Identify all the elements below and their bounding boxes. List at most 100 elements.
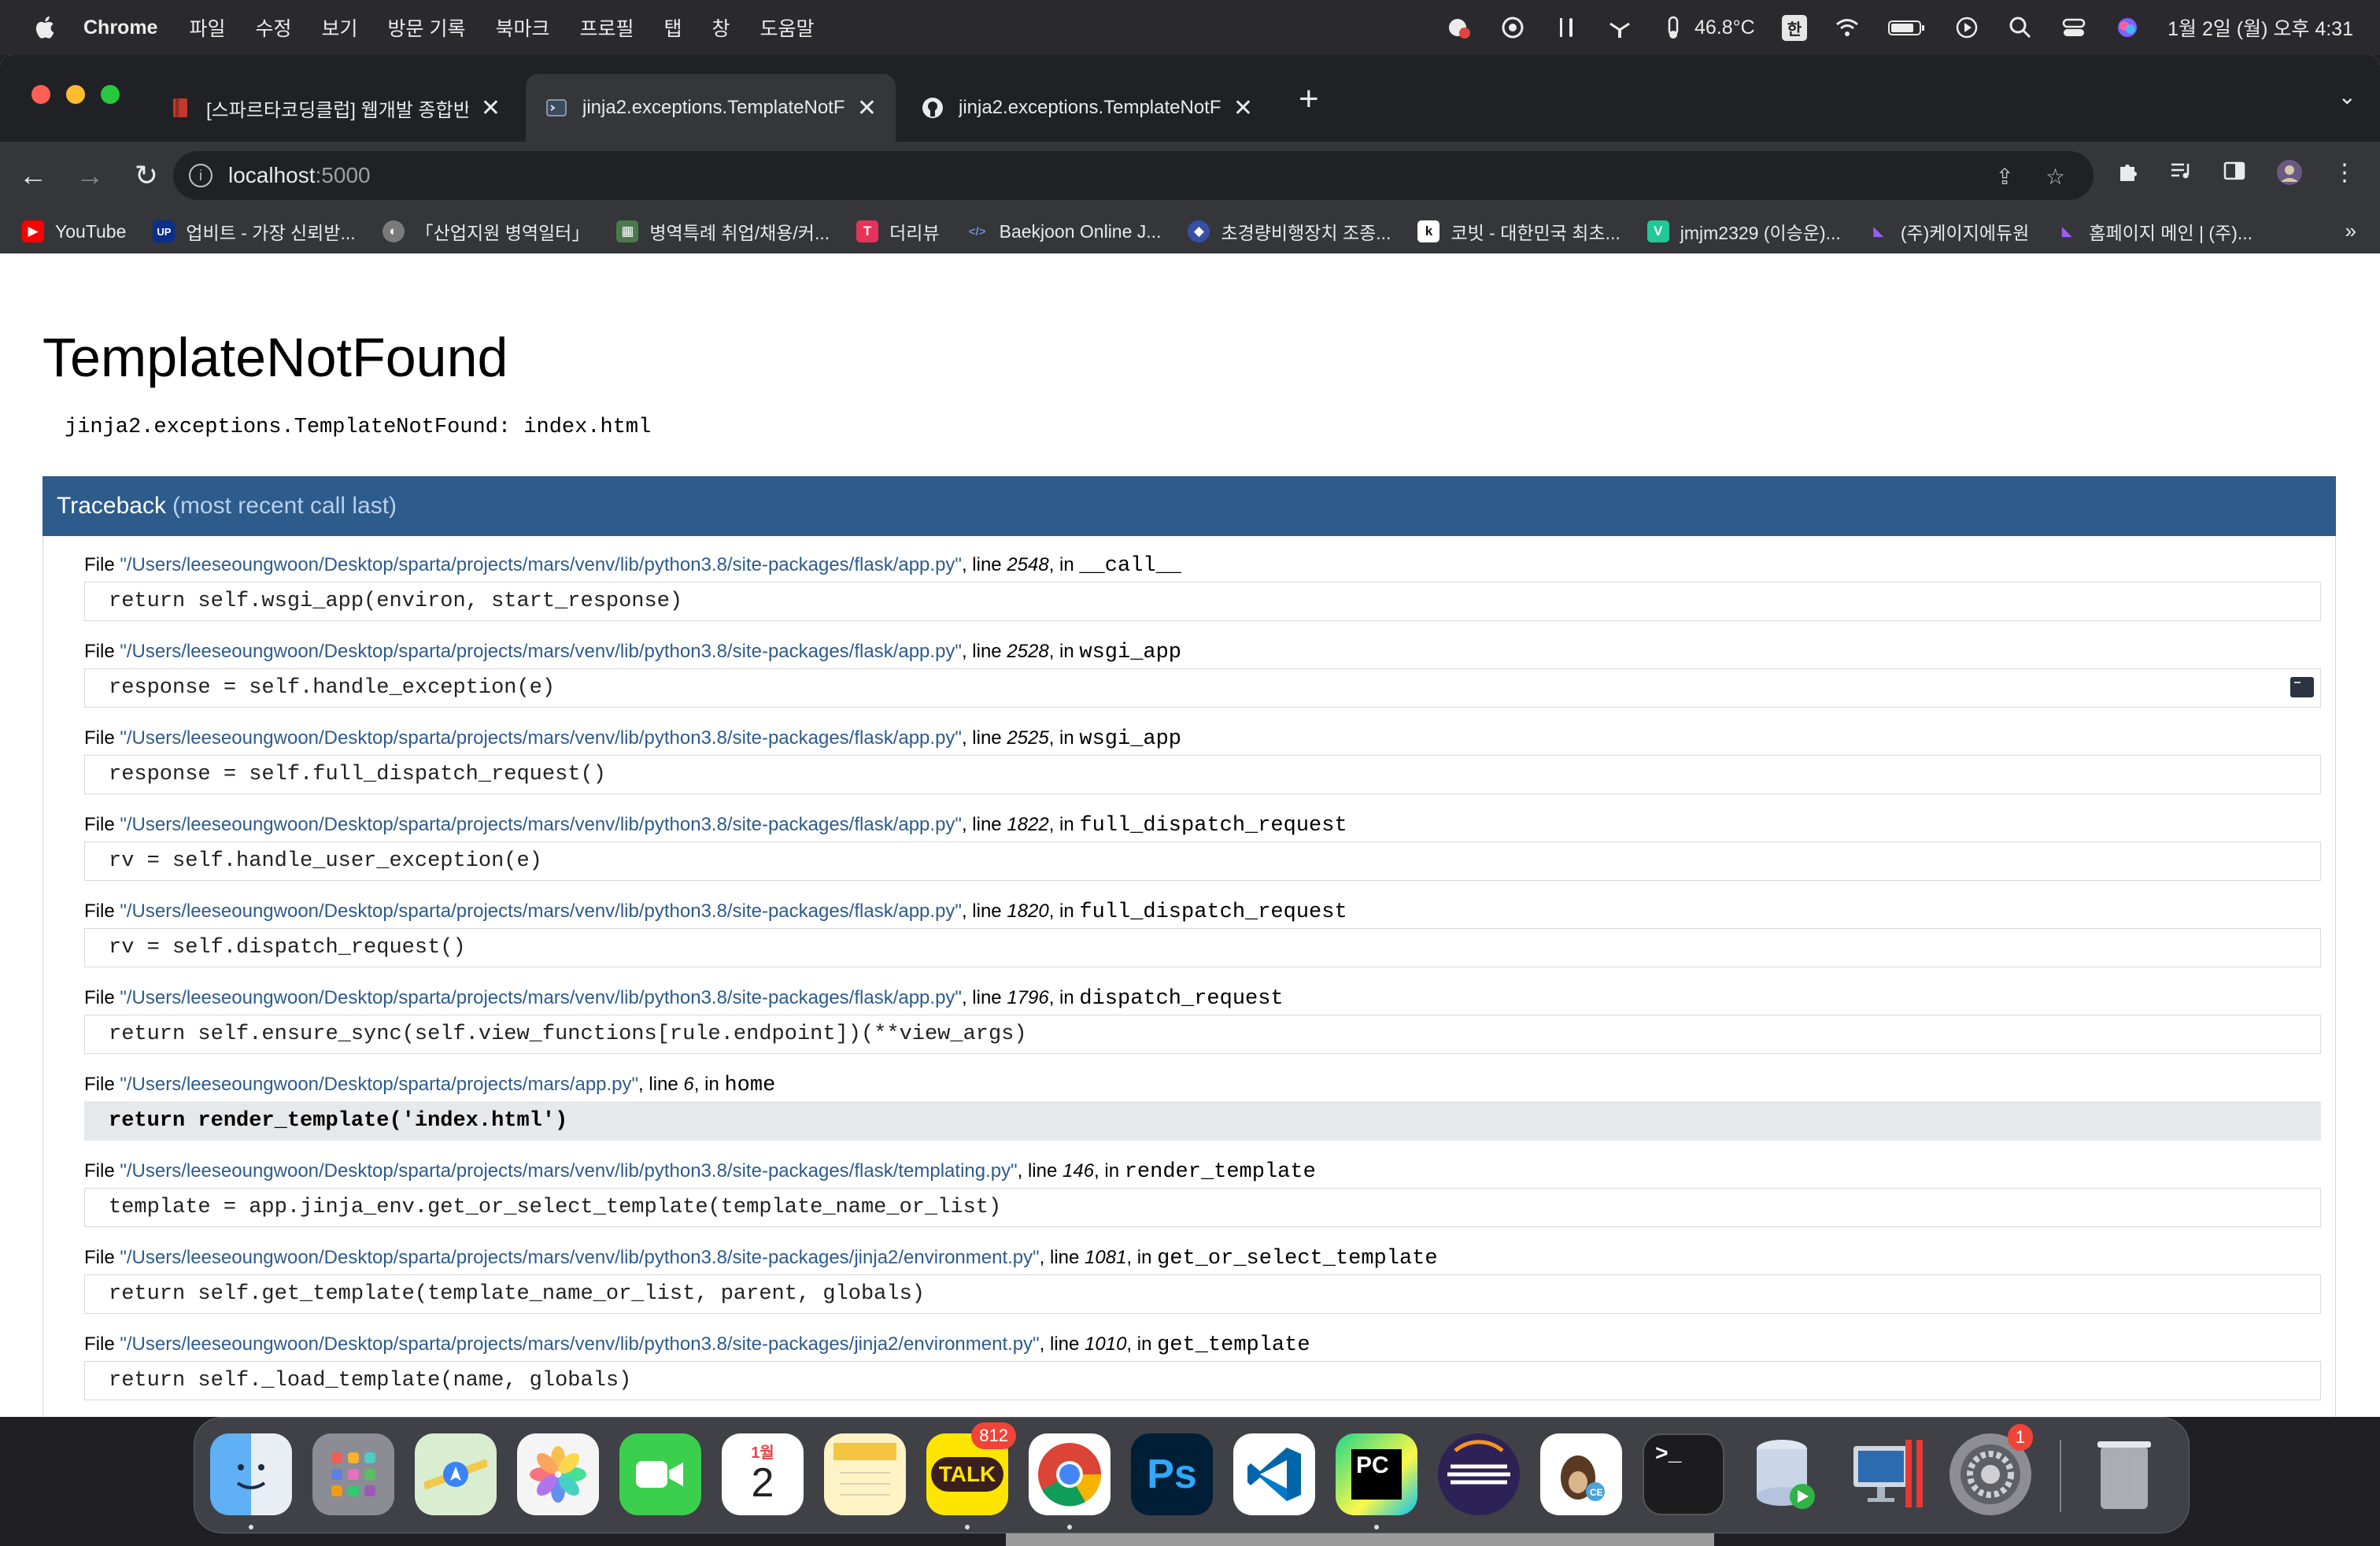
bookmarks-overflow-icon[interactable]: » — [2345, 219, 2356, 243]
bookmark-star-icon[interactable]: ☆ — [2046, 164, 2065, 190]
frame-line-number: 1822 — [1007, 814, 1049, 835]
close-icon[interactable]: ✕ — [1233, 94, 1253, 122]
menu-history[interactable]: 방문 기록 — [388, 13, 466, 42]
calendar-icon[interactable]: 1월 2 — [722, 1433, 804, 1515]
reload-button[interactable]: ↻ — [123, 159, 170, 192]
frame-code-line[interactable]: rv = self.dispatch_request() — [84, 928, 2321, 967]
menu-view[interactable]: 보기 — [322, 13, 358, 42]
extensions-icon[interactable] — [2116, 159, 2139, 183]
frame-line-label: , line — [1017, 1160, 1062, 1182]
share-icon[interactable]: ⇪ — [1995, 164, 2013, 190]
facetime-icon[interactable] — [619, 1433, 701, 1515]
zoom-window-button[interactable] — [101, 85, 120, 104]
address-bar[interactable]: i localhost:5000 ⇪ ☆ — [173, 151, 2094, 200]
tab-sparta[interactable]: [스파르타코딩클럽] 웹개발 종합반 - ✕ — [150, 74, 519, 142]
kgeduone-icon: ◣ — [2061, 224, 2072, 239]
frame-code-text: response = self.full_dispatch_request() — [109, 763, 606, 786]
play-icon[interactable] — [1953, 14, 1980, 41]
eclipse-icon[interactable] — [1438, 1433, 1520, 1515]
frame-code-line[interactable]: template = app.jinja_env.get_or_select_t… — [84, 1188, 2321, 1227]
frame-code-line[interactable]: return self.wsgi_app(environ, start_resp… — [84, 582, 2321, 621]
finder-icon[interactable] — [210, 1433, 292, 1515]
launchpad-icon[interactable] — [312, 1433, 394, 1515]
photoshop-icon[interactable]: Ps — [1131, 1433, 1213, 1515]
tab-template-not-found-active[interactable]: jinja2.exceptions.TemplateNotFound ✕ — [526, 74, 896, 142]
fan-icon[interactable] — [1606, 14, 1633, 41]
bookmark-upbit[interactable]: UP 업비트 - 가장 신뢰받... — [153, 218, 356, 245]
frame-function-name: wsgi_app — [1079, 641, 1182, 664]
tab-title: [스파르타코딩클럽] 웹개발 종합반 - — [206, 99, 468, 121]
bookmark-youtube[interactable]: ▶ YouTube — [22, 220, 126, 242]
input-method-indicator[interactable]: 한 — [1781, 14, 1808, 41]
forward-button[interactable]: → — [66, 159, 113, 192]
menu-bookmarks[interactable]: 북마크 — [495, 13, 549, 42]
database-app-icon[interactable] — [1745, 1433, 1827, 1515]
apple-icon[interactable] — [31, 13, 60, 42]
vscode-icon[interactable] — [1233, 1433, 1315, 1515]
system-settings-icon[interactable]: 1 — [1949, 1424, 2033, 1515]
frame-code-line[interactable]: return self.get_template(template_name_o… — [84, 1274, 2321, 1314]
tab-template-not-found-github[interactable]: jinja2.exceptions.TemplateNotFound ✕ — [902, 74, 1272, 142]
dbeaver-icon[interactable]: CE — [1540, 1433, 1622, 1515]
new-tab-button[interactable]: + — [1299, 82, 1319, 117]
maps-icon[interactable] — [415, 1433, 497, 1515]
back-button[interactable]: ← — [9, 159, 57, 192]
control-center-icon[interactable] — [2060, 14, 2087, 41]
bookmark-jobs[interactable]: ▦ 병역특례 취업/채용/커... — [616, 218, 830, 245]
notification-app-icon[interactable] — [1446, 14, 1473, 41]
side-panel-icon[interactable] — [2223, 159, 2246, 183]
bookmark-kgeduone[interactable]: ◣ (주)케이지에듀원 — [1868, 218, 2029, 245]
minimize-window-button[interactable] — [66, 85, 85, 104]
bookmark-drone[interactable]: ◆ 초경량비행장치 조종... — [1188, 218, 1391, 245]
frame-code-line[interactable]: rv = self.handle_user_exception(e) — [84, 841, 2321, 881]
menu-profiles[interactable]: 프로필 — [579, 13, 634, 42]
traceback-frame: File "/Users/leeseoungwoon/Desktop/spart… — [84, 725, 2321, 794]
spotlight-search-icon[interactable] — [2007, 14, 2034, 41]
more-menu-icon[interactable]: ⋮ — [2333, 159, 2356, 187]
close-icon[interactable]: ✕ — [857, 94, 877, 122]
photos-icon[interactable] — [517, 1433, 599, 1515]
open-console-icon[interactable] — [2290, 677, 2314, 697]
parallels-desktop-icon[interactable] — [1847, 1433, 1929, 1515]
frame-code-line[interactable]: return self.ensure_sync(self.view_functi… — [84, 1015, 2321, 1054]
bookmark-military-service[interactable]: ◐ 「산업지원 병역일터」 — [382, 218, 589, 245]
menubar-status-area: 46.8°C 한 1월 2일 (월) 오후 4:31 — [1446, 0, 2353, 55]
close-icon[interactable]: ✕ — [481, 94, 501, 122]
media-controls-icon[interactable] — [2169, 159, 2193, 183]
utensils-icon[interactable] — [1553, 14, 1580, 41]
frame-code-line[interactable]: response = self.full_dispatch_request() — [84, 755, 2321, 794]
site-info-icon[interactable]: i — [189, 164, 213, 187]
pycharm-icon[interactable]: PC — [1336, 1433, 1417, 1515]
kakaotalk-icon[interactable]: TALK 812 — [926, 1422, 1016, 1515]
profile-avatar[interactable] — [2276, 159, 2303, 186]
trash-icon[interactable] — [2083, 1433, 2165, 1515]
menu-tab[interactable]: 탭 — [664, 13, 682, 42]
thermometer-icon[interactable] — [1660, 14, 1687, 41]
battery-icon[interactable] — [1887, 14, 1927, 41]
menu-edit[interactable]: 수정 — [255, 13, 291, 42]
frame-code-line[interactable]: return render_template('index.html') — [84, 1101, 2321, 1141]
bookmark-thereview[interactable]: T 더리뷰 — [856, 218, 940, 245]
frame-code-line[interactable]: return self._load_template(name, globals… — [84, 1361, 2321, 1400]
terminal-icon[interactable]: >_ — [1643, 1433, 1724, 1515]
menubar-app-name[interactable]: Chrome — [83, 17, 157, 39]
bookmark-homepage[interactable]: ◣ 홈페이지 메인 | (주)... — [2056, 218, 2252, 245]
siri-icon[interactable] — [2114, 14, 2141, 41]
bookmark-korbit[interactable]: k 코빗 - 대한민국 최초... — [1417, 218, 1621, 245]
menu-window[interactable]: 창 — [712, 13, 730, 42]
youtube-icon: ▶ — [22, 220, 44, 242]
record-icon[interactable] — [1499, 14, 1526, 41]
bookmark-baekjoon[interactable]: </> Baekjoon Online J... — [966, 220, 1162, 242]
menu-help[interactable]: 도움말 — [760, 13, 815, 42]
menubar-clock[interactable]: 1월 2일 (월) 오후 4:31 — [2168, 13, 2353, 42]
frame-code-line[interactable]: response = self.handle_exception(e) — [84, 668, 2321, 708]
tab-search-chevron-icon[interactable]: ⌄ — [2338, 83, 2356, 109]
chrome-icon[interactable] — [1029, 1433, 1111, 1515]
bookmark-velog[interactable]: Vjmjm2329 (이승운)... — [1646, 218, 1841, 245]
wifi-icon[interactable] — [1834, 14, 1861, 41]
notes-icon[interactable] — [824, 1433, 906, 1515]
close-window-button[interactable] — [31, 85, 50, 104]
window-strip — [1006, 1533, 1714, 1546]
traceback-frame: File "/Users/leeseoungwoon/Desktop/spart… — [84, 1071, 2321, 1141]
menu-file[interactable]: 파일 — [189, 13, 225, 42]
